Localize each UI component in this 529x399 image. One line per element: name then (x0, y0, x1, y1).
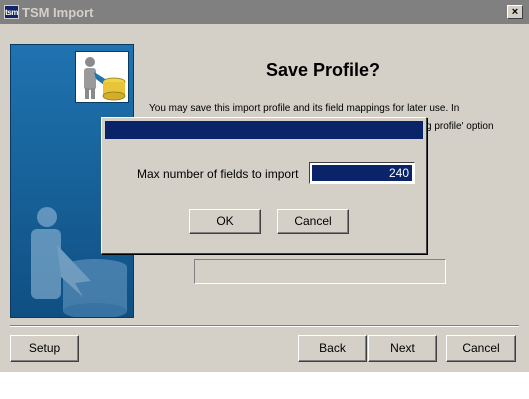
setup-button-label: Setup (28, 341, 61, 355)
cancel-button[interactable]: Cancel (446, 335, 516, 362)
dialog-title-bar[interactable] (105, 121, 423, 139)
close-button[interactable]: × (507, 5, 523, 19)
status-field (194, 259, 446, 284)
max-fields-dialog: Max number of fields to import 240 OK Ca… (101, 117, 427, 254)
max-fields-value: 240 (312, 165, 412, 181)
title-bar[interactable]: tsm TSM Import × (0, 0, 529, 24)
dialog-ok-label: OK (216, 214, 234, 228)
back-button[interactable]: Back (298, 335, 367, 362)
next-button[interactable]: Next (368, 335, 437, 362)
next-button-label: Next (390, 341, 415, 355)
back-button-label: Back (319, 341, 346, 355)
description-line-2: g profile' option (426, 121, 494, 132)
dialog-cancel-label: Cancel (294, 214, 332, 228)
cancel-button-label: Cancel (462, 341, 500, 355)
description-line-1: You may save this import profile and its… (149, 103, 460, 114)
setup-button[interactable]: Setup (10, 335, 79, 362)
window-title: TSM Import (22, 5, 94, 20)
max-fields-input[interactable]: 240 (309, 162, 415, 184)
import-profile-icon (75, 51, 129, 103)
max-fields-label: Max number of fields to import (137, 167, 299, 181)
footer-separator (10, 325, 519, 327)
dialog-cancel-button[interactable]: Cancel (277, 209, 349, 234)
page-title: Save Profile? (266, 60, 381, 80)
app-icon: tsm (4, 5, 19, 19)
tsm-import-window: tsm TSM Import × Save Profile? You may s… (0, 0, 529, 372)
dialog-ok-button[interactable]: OK (189, 209, 261, 234)
